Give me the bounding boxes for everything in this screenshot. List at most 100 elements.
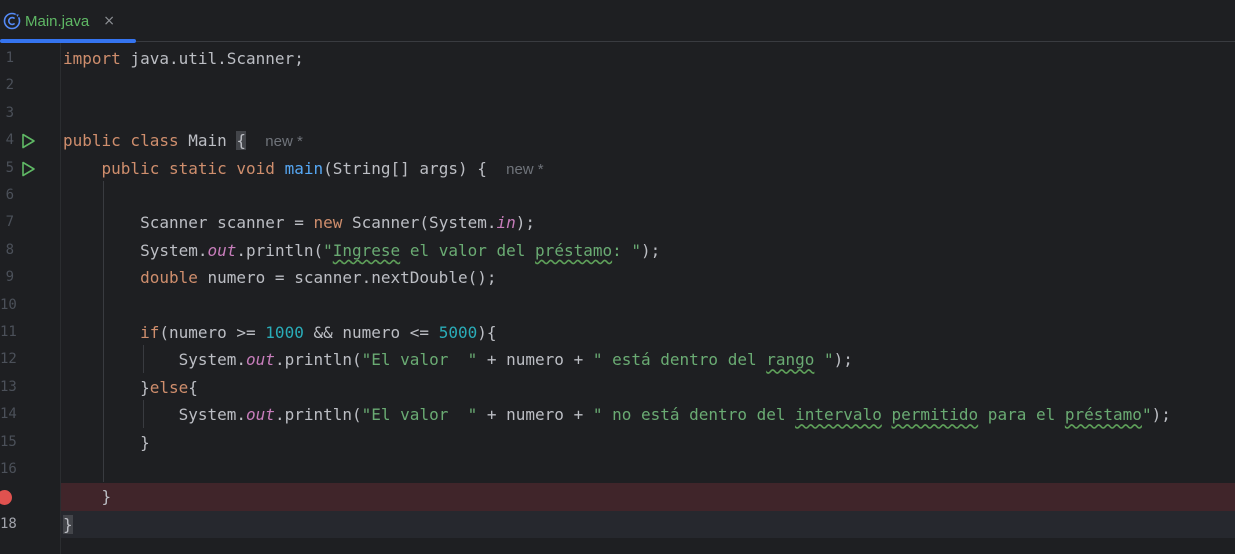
author-hint[interactable]: new * (506, 161, 544, 178)
line-number: 2 (5, 77, 14, 94)
code-line-12[interactable]: 12 System.out.println("El valor " + nume… (0, 346, 1235, 373)
code-line-11[interactable]: 11 if(numero >= 1000 && numero <= 5000){ (0, 319, 1235, 346)
number-literal: 1000 (265, 323, 304, 342)
keyword: public class (63, 131, 179, 151)
line-number: 12 (0, 351, 17, 368)
code-line-18[interactable]: 18 } (0, 511, 1235, 538)
matched-brace: { (236, 131, 247, 151)
keyword: double (140, 268, 198, 288)
code-text: Scanner scanner = (140, 213, 314, 233)
code-text: .println( (274, 350, 362, 370)
string-literal: " (1141, 405, 1152, 425)
code-line-10[interactable]: 10 (0, 292, 1235, 319)
keyword: import (63, 49, 121, 68)
code-text: && numero <= (303, 323, 439, 342)
run-icon[interactable] (20, 161, 36, 177)
code-text: } (140, 377, 150, 397)
code-line-6[interactable]: 6 (0, 182, 1235, 209)
code-text: ); (641, 240, 661, 260)
string-literal: intervalo (795, 405, 882, 425)
code-line-9[interactable]: 9 double numero = scanner.nextDouble(); (0, 264, 1235, 291)
string-literal: Ingrese (332, 240, 401, 260)
keyword: public static void (101, 158, 275, 178)
code-text: (numero >= (159, 323, 266, 342)
line-number: 18 (0, 515, 17, 532)
code-text: ); (833, 350, 853, 370)
string-literal: "El valor " (361, 405, 478, 425)
close-icon[interactable]: × (103, 13, 115, 29)
author-hint[interactable]: new * (265, 133, 303, 150)
code-text: Scanner(System. (342, 213, 497, 233)
keyword: if (140, 323, 160, 342)
matched-brace: } (63, 514, 73, 534)
static-field: out (246, 350, 275, 370)
code-text: .println( (274, 405, 362, 425)
code-text: + numero + (477, 350, 593, 370)
code-text: } (140, 432, 150, 452)
code-line-7[interactable]: 7 Scanner scanner = new Scanner(System.i… (0, 209, 1235, 236)
run-icon[interactable] (20, 133, 36, 149)
code-text: ){ (477, 323, 497, 342)
string-literal: el valor del (400, 240, 536, 260)
string-literal: "El valor " (361, 350, 478, 370)
code-text: } (101, 487, 112, 507)
java-class-icon (3, 12, 21, 30)
code-line-16[interactable]: 16 (0, 456, 1235, 483)
string-literal: " (814, 350, 834, 370)
method-name: main (284, 158, 324, 178)
line-number: 6 (5, 187, 14, 203)
code-line-8[interactable]: 8 System.out.println("Ingrese el valor d… (0, 237, 1235, 264)
string-literal: : " (612, 240, 642, 260)
tab-filename: Main.java (25, 12, 90, 30)
code-text: + numero + (477, 405, 593, 425)
line-number: 1 (5, 50, 14, 66)
code-text: System. (140, 240, 208, 260)
string-literal: " está dentro del (592, 350, 767, 370)
keyword: new (313, 213, 343, 233)
code-line-17[interactable]: 17 } (0, 483, 1235, 510)
code-text: ); (515, 213, 536, 233)
line-number: 7 (5, 214, 14, 231)
static-field: out (207, 240, 237, 260)
code-line-3[interactable]: 3 (0, 100, 1235, 127)
string-literal: permitido (891, 405, 979, 425)
code-text: (String[] args) { (323, 158, 487, 178)
static-field: out (246, 405, 275, 425)
code-text: System. (178, 405, 247, 425)
code-text: ); (1151, 405, 1171, 425)
code-line-14[interactable]: 14 System.out.println("El valor " + nume… (0, 401, 1235, 428)
line-number: 15 (0, 433, 17, 450)
editor-tab-bar: Main.java × (0, 0, 1235, 43)
code-text: java.util.Scanner; (120, 49, 304, 68)
string-literal: " (323, 240, 333, 260)
line-number: 3 (5, 104, 14, 121)
string-literal: " no está dentro del (592, 405, 796, 425)
code-line-4[interactable]: 4 public class Main { new * (0, 127, 1235, 154)
number-literal: 5000 (438, 323, 478, 342)
code-line-13[interactable]: 13 }else{ (0, 374, 1235, 401)
line-number: 4 (5, 132, 14, 149)
string-literal: para el (978, 405, 1065, 425)
string-literal: rango (766, 350, 815, 370)
breakpoint-icon[interactable] (0, 490, 12, 506)
code-editor[interactable]: 1 import java.util.Scanner; 2 3 4 public… (0, 43, 1235, 554)
line-number: 16 (0, 461, 17, 477)
code-line-1[interactable]: 1 import java.util.Scanner; (0, 45, 1235, 72)
line-number: 11 (0, 324, 17, 340)
class-name: Main (178, 131, 237, 151)
code-line-2[interactable]: 2 (0, 72, 1235, 99)
line-number: 9 (5, 269, 14, 286)
code-line-5[interactable]: 5 public static void main(String[] args)… (0, 155, 1235, 182)
tab-main-java[interactable]: Main.java × (0, 0, 136, 43)
line-number: 14 (0, 406, 17, 423)
code-text: { (188, 377, 198, 397)
line-number: 5 (5, 159, 14, 176)
line-number: 13 (0, 378, 17, 395)
string-literal: préstamo (535, 240, 613, 260)
string-literal: préstamo (1064, 405, 1142, 425)
code-text: numero = scanner.nextDouble(); (197, 268, 497, 288)
line-number: 8 (5, 241, 14, 258)
code-line-15[interactable]: 15 } (0, 429, 1235, 456)
keyword: else (149, 377, 189, 397)
static-field: in (496, 213, 516, 233)
